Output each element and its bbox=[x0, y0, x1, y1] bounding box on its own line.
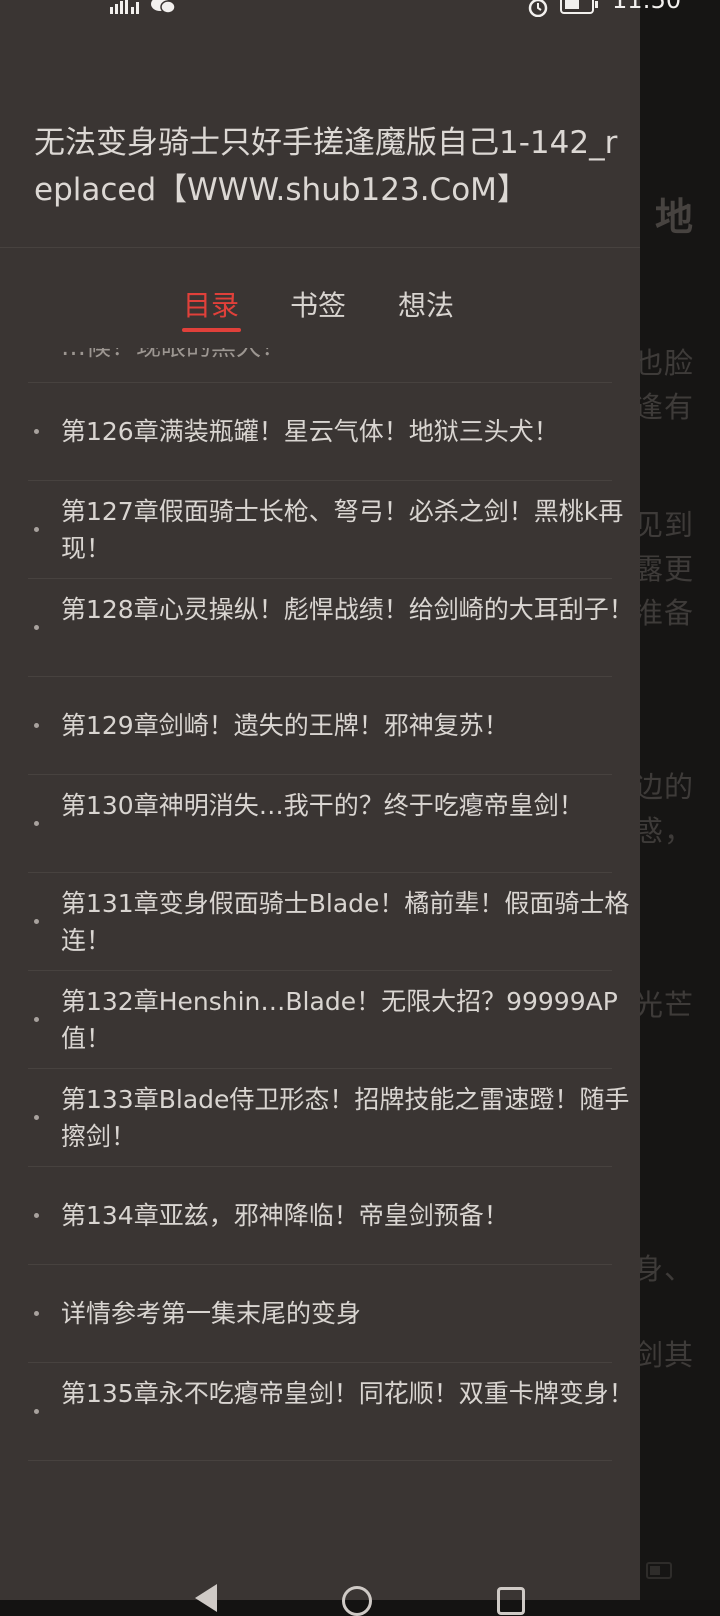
page-battery-icon bbox=[646, 1562, 672, 1579]
active-tab-indicator bbox=[182, 328, 241, 332]
alarm-icon bbox=[528, 0, 548, 17]
background-text-fragment: 地 bbox=[654, 195, 694, 239]
chapter-title: 第135章永不吃瘪帝皇剑！同花顺！双重卡牌变身！ bbox=[61, 1379, 634, 1408]
bullet-icon bbox=[34, 1213, 39, 1218]
background-text-fragment: 光芒 bbox=[633, 988, 694, 1022]
chapter-row[interactable]: …候！现眼的黑犬！ bbox=[28, 348, 612, 383]
bullet-icon bbox=[34, 821, 39, 826]
chapter-row[interactable]: 第133章Blade侍卫形态！招牌技能之雷速蹬！随手擦剑！ bbox=[28, 1069, 629, 1167]
background-text-fragment: 也脸 bbox=[633, 346, 694, 380]
tab-notes[interactable]: 想法 bbox=[398, 284, 454, 324]
chapter-title: 第131章变身假面骑士Blade！橘前辈！假面骑士格连！ bbox=[61, 889, 630, 955]
bullet-icon bbox=[34, 1115, 39, 1120]
recents-nav-icon[interactable] bbox=[497, 1587, 525, 1615]
background-text-fragment: 身、 bbox=[633, 1252, 694, 1286]
bullet-icon bbox=[34, 527, 39, 532]
tab-bookmarks[interactable]: 书签 bbox=[290, 284, 346, 324]
chapter-row[interactable]: 第127章假面骑士长枪、弩弓！必杀之剑！黑桃k再现！ bbox=[28, 481, 623, 579]
bullet-icon bbox=[34, 625, 39, 630]
chapter-title: 第134章亚兹，邪神降临！帝皇剑预备！ bbox=[61, 1201, 509, 1230]
bullet-icon bbox=[34, 919, 39, 924]
bullet-icon bbox=[34, 429, 39, 434]
background-text-fragment: 逢有 bbox=[633, 390, 694, 424]
chapter-title: …候！现眼的黑犬！ bbox=[61, 348, 640, 365]
bullet-icon bbox=[34, 1017, 39, 1022]
background-text-fragment: 边的 bbox=[633, 770, 694, 804]
background-text-fragment: 惑， bbox=[633, 814, 694, 848]
chapter-title: 第130章神明消失…我干的？终于吃瘪帝皇剑！ bbox=[61, 791, 584, 820]
chapter-row[interactable]: 第128章心灵操纵！彪悍战绩！给剑崎的大耳刮子！ bbox=[28, 579, 634, 677]
chapter-row[interactable]: 第132章Henshin…Blade！无限大招？99999AP值！ bbox=[28, 971, 618, 1069]
home-nav-icon[interactable] bbox=[342, 1586, 372, 1616]
chapter-row[interactable]: 第131章变身假面骑士Blade！橘前辈！假面骑士格连！ bbox=[28, 873, 629, 971]
table-of-contents-drawer: 无法变身骑士只好手搓逢魔版自己1-142_replaced【WWW.shub12… bbox=[0, 0, 640, 1600]
chapter-title: 第126章满装瓶罐！星云气体！地狱三头犬！ bbox=[61, 417, 559, 446]
chapter-row[interactable]: 第126章满装瓶罐！星云气体！地狱三头犬！ bbox=[28, 383, 612, 481]
status-time: 11:50 bbox=[612, 0, 682, 14]
background-text-fragment: 剑其 bbox=[633, 1338, 694, 1372]
chapter-list[interactable]: …候！现眼的黑犬！ 第126章满装瓶罐！星云气体！地狱三头犬！ 第127章假面骑… bbox=[0, 348, 640, 1600]
chapter-title: 第127章假面骑士长枪、弩弓！必杀之剑！黑桃k再现！ bbox=[61, 497, 624, 563]
chapter-row[interactable]: 详情参考第一集末尾的变身 bbox=[28, 1265, 612, 1363]
background-text-fragment: 准备 bbox=[633, 596, 694, 630]
chapter-title: 详情参考第一集末尾的变身 bbox=[61, 1299, 362, 1328]
title-divider bbox=[0, 247, 640, 248]
back-nav-icon[interactable] bbox=[195, 1584, 217, 1612]
chapter-row[interactable]: 第134章亚兹，邪神降临！帝皇剑预备！ bbox=[28, 1167, 612, 1265]
signal-icon bbox=[110, 0, 139, 14]
chapter-row[interactable]: 第130章神明消失…我干的？终于吃瘪帝皇剑！ bbox=[28, 775, 612, 873]
chapter-title: 第129章剑崎！遗失的王牌！邪神复苏！ bbox=[61, 711, 509, 740]
battery-icon bbox=[560, 0, 598, 14]
background-text-fragment: 见到 bbox=[633, 508, 694, 542]
chapter-title: 第133章Blade侍卫形态！招牌技能之雷速蹬！随手擦剑！ bbox=[61, 1085, 630, 1151]
background-text-fragment: 露更 bbox=[633, 552, 694, 586]
bullet-icon bbox=[34, 1409, 39, 1414]
bullet-icon bbox=[34, 1311, 39, 1316]
chapter-row[interactable]: 第135章永不吃瘪帝皇剑！同花顺！双重卡牌变身！ bbox=[28, 1363, 634, 1461]
chapter-row[interactable]: 第129章剑崎！遗失的王牌！邪神复苏！ bbox=[28, 677, 612, 775]
chapter-title: 第128章心灵操纵！彪悍战绩！给剑崎的大耳刮子！ bbox=[61, 595, 634, 624]
book-title: 无法变身骑士只好手搓逢魔版自己1-142_replaced【WWW.shub12… bbox=[34, 125, 618, 208]
bullet-icon bbox=[34, 723, 39, 728]
chapter-title: 第132章Henshin…Blade！无限大招？99999AP值！ bbox=[61, 987, 618, 1053]
tab-table-of-contents[interactable]: 目录 bbox=[183, 284, 239, 324]
wechat-icon bbox=[151, 0, 176, 14]
status-bar: 11:50 bbox=[0, 0, 720, 18]
